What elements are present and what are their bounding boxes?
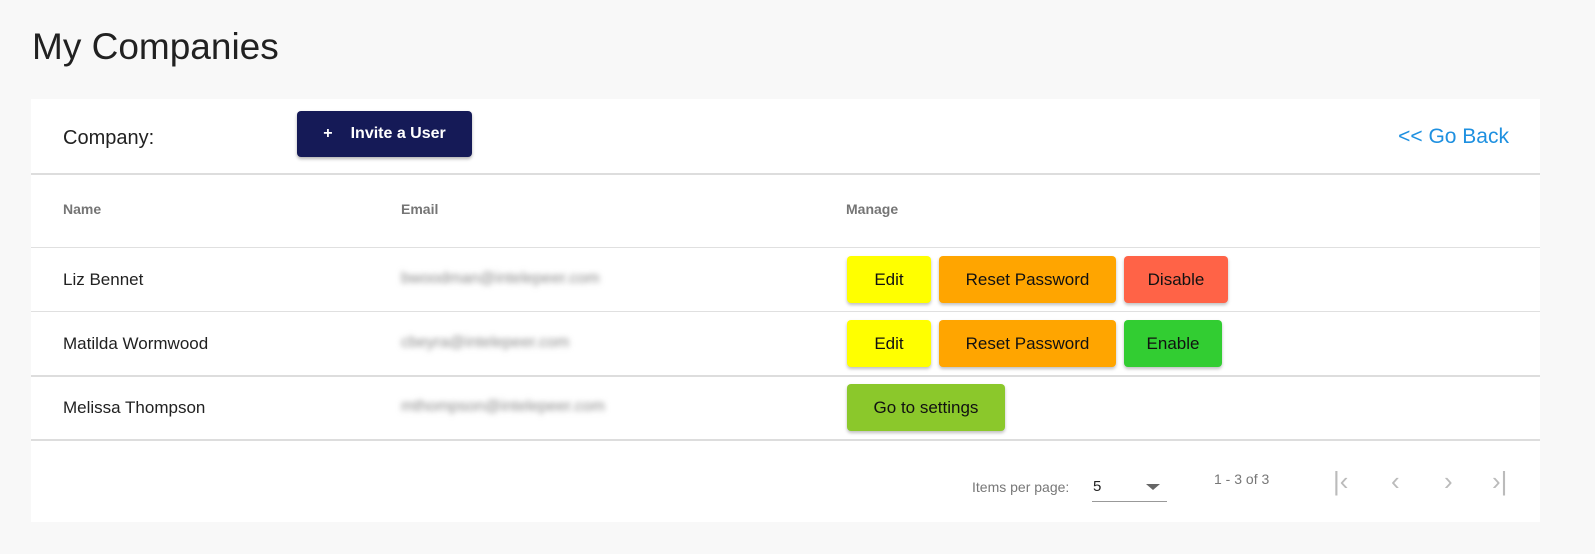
items-per-page-label: Items per page: <box>972 479 1070 495</box>
toolbar: Company: + Invite a User << Go Back <box>31 99 1540 175</box>
items-per-page-value: 5 <box>1093 478 1102 495</box>
first-page-icon[interactable]: |‹ <box>1333 466 1348 497</box>
reset-password-button[interactable]: Reset Password <box>939 320 1116 367</box>
go-back-link[interactable]: << Go Back <box>1398 125 1509 149</box>
users-card: Company: + Invite a User << Go Back Name … <box>31 99 1540 522</box>
table-row: Liz Bennet bwoodman@intelepeer.com Edit … <box>31 248 1540 312</box>
chevron-left-icon[interactable]: ‹ <box>1391 466 1400 497</box>
column-header-name[interactable]: Name <box>63 201 101 217</box>
disable-button[interactable]: Disable <box>1124 256 1228 303</box>
range-label: 1 - 3 of 3 <box>1214 471 1270 487</box>
user-name: Liz Bennet <box>63 270 144 289</box>
company-label: Company: <box>63 127 155 149</box>
invite-label: Invite a User <box>350 125 446 142</box>
go-to-settings-button[interactable]: Go to settings <box>847 384 1005 431</box>
user-name: Melissa Thompson <box>63 398 206 417</box>
items-per-page-select[interactable]: 5 <box>1092 471 1167 502</box>
user-email: mthompson@intelepeer.com <box>401 398 605 415</box>
dropdown-arrow-icon <box>1146 484 1160 490</box>
column-header-email[interactable]: Email <box>401 201 438 217</box>
user-email: bwoodman@intelepeer.com <box>401 270 600 287</box>
chevron-right-icon[interactable]: › <box>1444 466 1453 497</box>
table-row: Matilda Wormwood cbeyra@intelepeer.com E… <box>31 312 1540 377</box>
reset-password-button[interactable]: Reset Password <box>939 256 1116 303</box>
user-email: cbeyra@intelepeer.com <box>401 334 570 351</box>
last-page-icon[interactable]: ›| <box>1492 466 1507 497</box>
user-name: Matilda Wormwood <box>63 334 209 353</box>
enable-button[interactable]: Enable <box>1124 320 1222 367</box>
table-row: Melissa Thompson mthompson@intelepeer.co… <box>31 376 1540 441</box>
invite-user-button[interactable]: + Invite a User <box>297 111 472 157</box>
edit-button[interactable]: Edit <box>847 256 931 303</box>
plus-icon: + <box>323 125 333 142</box>
column-header-manage: Manage <box>846 201 899 217</box>
page-title: My Companies <box>32 26 279 67</box>
edit-button[interactable]: Edit <box>847 320 931 367</box>
